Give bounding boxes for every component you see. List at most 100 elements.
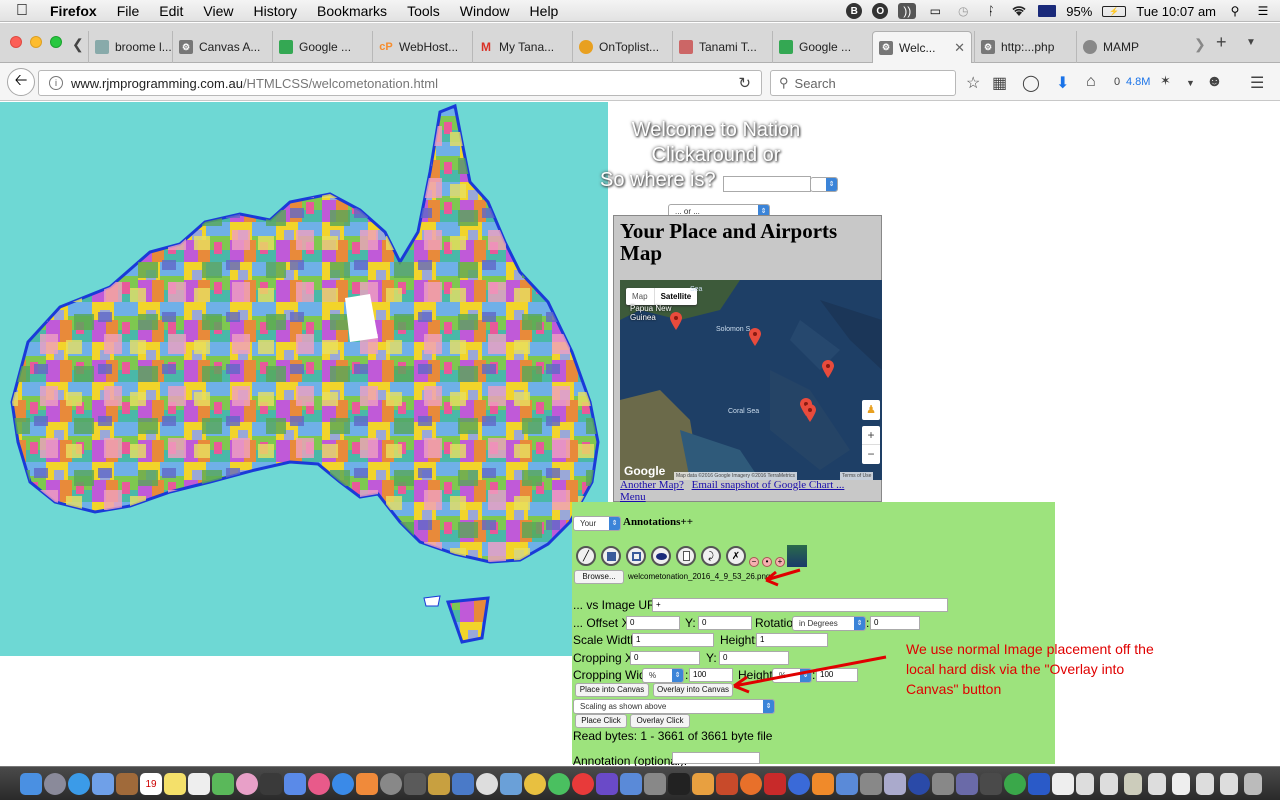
url-bar[interactable]: i www.rjmprogramming.com.au/HTMLCSS/welc… [38,70,762,96]
zoom-in-tool-icon[interactable]: + [775,557,785,567]
document-icon[interactable] [1076,773,1094,795]
tab-google-2[interactable]: Google ... [772,31,870,63]
scaling-select[interactable]: Scaling as shown above ⇕ [573,699,775,714]
menu-bookmarks[interactable]: Bookmarks [307,0,397,22]
search-bar[interactable]: ⚲ Search [770,70,956,96]
app-icon[interactable] [452,773,474,795]
annotation-input[interactable] [672,752,760,764]
curve-tool-icon[interactable]: ⤸ [701,546,721,566]
menu-file[interactable]: File [107,0,150,22]
overlay-click-button[interactable]: Overlay Click [630,714,690,728]
finder-icon[interactable] [20,773,42,795]
menu-edit[interactable]: Edit [149,0,193,22]
menu-view[interactable]: View [193,0,243,22]
firefox-icon[interactable] [740,773,762,795]
app-icon[interactable] [692,773,714,795]
opera-icon[interactable] [572,773,594,795]
menu-window[interactable]: Window [450,0,520,22]
tab-ontoplist[interactable]: OnToplist... [572,31,672,63]
app-icon[interactable] [596,773,618,795]
coda-status-icon[interactable]: )) [898,3,917,19]
nation-map[interactable] [0,102,608,656]
map-type-map[interactable]: Map [626,288,654,305]
zoom-out-tool-icon[interactable]: − [749,557,759,567]
reset-tool-icon[interactable]: • [762,557,772,567]
php-icon[interactable] [956,773,978,795]
tab-tanami[interactable]: Tanami T... [672,31,772,63]
map-marker-icon[interactable] [749,328,761,346]
crop-width-input[interactable]: 100 [689,668,733,682]
app-icon[interactable] [620,773,642,795]
scale-height-input[interactable]: 1 [756,633,828,647]
browse-button[interactable]: Browse... [574,570,624,584]
app-icon[interactable] [644,773,666,795]
your-select[interactable]: Your ⇕ [573,516,621,531]
bookmark-star-icon[interactable]: ☆ [966,73,980,93]
tab-welcome-active[interactable]: ⚙ Welc... ✕ [872,31,972,63]
pocket-icon[interactable]: ◯ [1022,73,1040,93]
preferences-icon[interactable] [380,773,402,795]
menu-help[interactable]: Help [520,0,569,22]
back-button[interactable]: 🡠 [7,68,35,96]
document-icon[interactable] [1172,773,1190,795]
tab-canvas[interactable]: ⚙ Canvas A... [172,31,272,63]
download-icon[interactable]: ⬇ [1056,73,1069,93]
tab-scroll-left-icon[interactable]: ❮ [72,36,84,53]
tab-gmail[interactable]: M My Tana... [472,31,572,63]
reload-icon[interactable]: ↻ [738,74,751,92]
app-icon[interactable] [884,773,906,795]
zoom-out-button[interactable]: − [862,444,880,463]
o-status-icon[interactable]: O [872,3,889,19]
tab-http-php[interactable]: ⚙ http:...php [974,31,1074,63]
document-icon[interactable] [1124,773,1142,795]
photo-booth-icon[interactable] [260,773,282,795]
place-into-canvas-button[interactable]: Place into Canvas [575,683,649,697]
close-tab-icon[interactable]: ✕ [954,40,965,56]
home-icon[interactable]: ⌂ [1086,73,1096,91]
tab-broome[interactable]: broome l... [88,31,172,63]
crop-y-input[interactable]: 0 [719,651,789,665]
help-icon[interactable] [860,773,882,795]
minimize-window-button[interactable] [30,36,42,48]
app-icon[interactable] [548,773,570,795]
download-size[interactable]: 4.8M [1126,76,1150,88]
apple-icon[interactable]:  [0,0,40,22]
app-icon[interactable] [932,773,954,795]
rect-tool-icon[interactable] [626,546,646,566]
document-icon[interactable] [1220,773,1238,795]
pegman-icon[interactable]: ♟ [862,400,880,420]
line-tool-icon[interactable]: ╱ [576,546,596,566]
app-icon[interactable] [716,773,738,795]
menu-app-name[interactable]: Firefox [40,0,107,22]
app-store-icon[interactable] [332,773,354,795]
another-map-link[interactable]: Another Map? [620,479,684,491]
mail-icon[interactable] [92,773,114,795]
document-icon[interactable] [1148,773,1166,795]
overlay-into-canvas-button[interactable]: Overlay into Canvas [653,683,733,697]
app-icon[interactable] [788,773,810,795]
extension-icon[interactable]: ✶ [1160,73,1171,89]
info-icon[interactable]: i [49,76,63,90]
document-icon[interactable] [1052,773,1074,795]
zoom-in-button[interactable]: + [862,426,880,444]
image-thumbnail-icon[interactable] [787,545,807,567]
tab-mamp[interactable]: MAMP [1076,31,1182,63]
time-machine-icon[interactable]: ◷ [954,3,972,19]
safari-icon[interactable] [68,773,90,795]
app-icon[interactable] [500,773,522,795]
crop-x-input[interactable]: 0 [630,651,700,665]
crop-height-unit-select[interactable]: % ⇕ [772,668,812,683]
ibooks-icon[interactable] [356,773,378,795]
tab-scroll-right-icon[interactable]: ❯ [1194,36,1206,53]
reminders-icon[interactable] [188,773,210,795]
bluetooth-icon[interactable]: ᛛ [982,3,1000,19]
clear-tool-icon[interactable]: ✗ [726,546,746,566]
app-icon[interactable] [980,773,1002,795]
close-window-button[interactable] [10,36,22,48]
email-snapshot-link[interactable]: Email snapshot of Google Chart ... [692,479,845,491]
app-icon[interactable] [1004,773,1026,795]
place-click-button[interactable]: Place Click [575,714,627,728]
rotation-input[interactable]: 0 [870,616,920,630]
itunes-icon[interactable] [308,773,330,795]
app-icon[interactable] [428,773,450,795]
